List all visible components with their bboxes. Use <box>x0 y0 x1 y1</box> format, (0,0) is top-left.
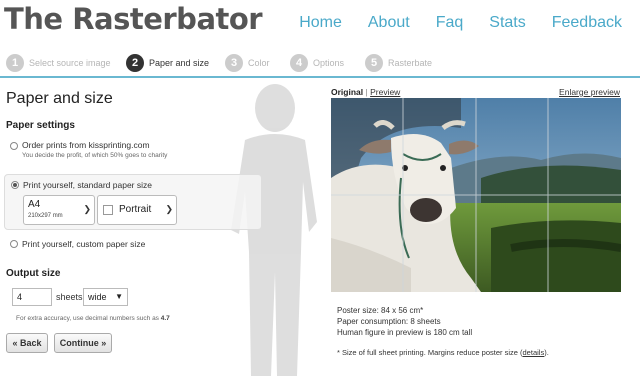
step-options[interactable]: 4 Options <box>290 54 344 72</box>
human-figure-info: Human figure in preview is 180 cm tall <box>337 328 473 337</box>
paper-consumption-info: Paper consumption: 8 sheets <box>337 317 441 326</box>
tab-separator: | <box>365 87 368 97</box>
nav-faq[interactable]: Faq <box>436 14 464 32</box>
step-label: Rasterbate <box>388 58 433 68</box>
option-label: Print yourself, standard paper size <box>23 180 152 190</box>
poster-size-info: Poster size: 84 x 56 cm* <box>337 306 424 315</box>
step-label: Paper and size <box>149 58 210 68</box>
sheets-input[interactable]: 4 <box>12 288 52 306</box>
option-label: Order prints from kissprinting.com <box>22 140 150 150</box>
back-button[interactable]: « Back <box>6 333 48 353</box>
step-paper-size[interactable]: 2 Paper and size <box>126 54 209 72</box>
radio-order-prints[interactable] <box>10 142 18 150</box>
option-print-standard[interactable]: Print yourself, standard paper size A4 2… <box>4 174 262 230</box>
preview-tabs: Original | Preview <box>331 87 400 97</box>
option-print-custom[interactable]: Print yourself, custom paper size <box>4 236 262 258</box>
nav-about[interactable]: About <box>368 14 410 32</box>
settings-panel: Paper and size Paper settings Order prin… <box>0 86 270 376</box>
site-logo[interactable]: The Rasterbator <box>4 2 263 36</box>
step-number: 2 <box>126 54 144 72</box>
nav-feedback[interactable]: Feedback <box>552 14 622 32</box>
dimension-value: wide <box>88 292 107 302</box>
accuracy-note: For extra accuracy, use decimal numbers … <box>16 315 170 322</box>
wizard-steps: 1 Select source image 2 Paper and size 3… <box>0 52 640 78</box>
radio-print-custom[interactable] <box>10 240 18 248</box>
sheets-label: sheets <box>56 292 83 302</box>
orientation-icon <box>103 205 113 215</box>
source-image-preview <box>331 98 621 292</box>
tab-original[interactable]: Original <box>331 87 363 97</box>
step-number: 4 <box>290 54 308 72</box>
header: The Rasterbator Home About Faq Stats Fee… <box>0 0 640 44</box>
paper-size-select[interactable]: A4 210x297 mm ❯ <box>23 195 95 225</box>
dimension-select[interactable]: wide ▼ <box>83 288 128 306</box>
details-link[interactable]: details <box>523 348 545 357</box>
option-note: You decide the profit, of which 50% goes… <box>22 152 168 159</box>
paper-size-value: A4 <box>28 199 41 210</box>
footnote-text: * Size of full sheet printing. Margins r… <box>337 348 523 357</box>
step-number: 5 <box>365 54 383 72</box>
orientation-value: Portrait <box>119 204 152 215</box>
nav-home[interactable]: Home <box>299 14 342 32</box>
step-select-source[interactable]: 1 Select source image <box>6 54 111 72</box>
enlarge-preview-link[interactable]: Enlarge preview <box>559 87 620 97</box>
paper-settings-heading: Paper settings <box>6 120 75 131</box>
accuracy-example: 4.7 <box>160 315 170 322</box>
option-order-prints[interactable]: Order prints from kissprinting.com You d… <box>4 138 262 168</box>
output-size-heading: Output size <box>6 268 61 279</box>
step-rasterbate[interactable]: 5 Rasterbate <box>365 54 432 72</box>
footnote-end: ). <box>544 348 549 357</box>
tab-preview[interactable]: Preview <box>370 87 400 97</box>
chevron-down-icon: ❯ <box>83 204 91 214</box>
step-label: Color <box>248 58 270 68</box>
orientation-select[interactable]: Portrait ❯ <box>97 195 177 225</box>
accuracy-text: For extra accuracy, use decimal numbers … <box>16 315 159 322</box>
nav-stats[interactable]: Stats <box>489 14 525 32</box>
radio-print-standard[interactable] <box>11 181 19 189</box>
page-title: Paper and size <box>6 90 113 107</box>
step-number: 3 <box>225 54 243 72</box>
continue-button[interactable]: Continue » <box>54 333 112 353</box>
step-label: Select source image <box>29 58 111 68</box>
size-footnote: * Size of full sheet printing. Margins r… <box>337 348 549 357</box>
step-color[interactable]: 3 Color <box>225 54 270 72</box>
step-label: Options <box>313 58 345 68</box>
cow-photo <box>331 98 621 292</box>
main-nav: Home About Faq Stats Feedback <box>299 14 622 32</box>
option-label: Print yourself, custom paper size <box>22 239 146 249</box>
caret-down-icon: ▼ <box>115 292 123 301</box>
chevron-down-icon: ❯ <box>165 204 173 214</box>
paper-dimensions: 210x297 mm <box>28 213 63 219</box>
step-number: 1 <box>6 54 24 72</box>
